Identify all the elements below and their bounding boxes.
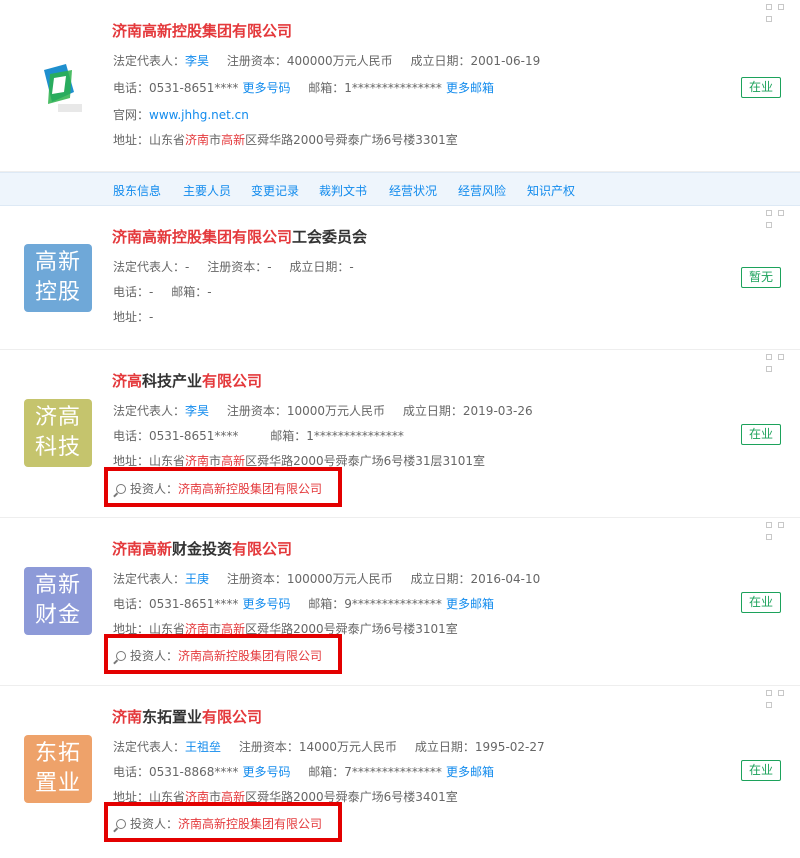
company-tabs: 股东信息 主要人员 变更记录 裁判文书 经营状况 经营风险 知识产权 xyxy=(0,172,800,206)
qr-code-icon[interactable] xyxy=(766,210,786,230)
company-logo[interactable]: 济高 科技 xyxy=(24,399,92,467)
status-badge: 在业 xyxy=(741,592,781,613)
company-name-link[interactable]: 济南高新财金投资有限公司 xyxy=(112,538,292,559)
company-card: 济南高新控股集团有限公司 法定代表人：李昊 注册资本：400000万元人民币 成… xyxy=(0,0,800,172)
website-row: 官网：www.jhhg.net.cn xyxy=(113,108,249,122)
contact-row: 电话：0531-8651**** 更多号码 邮箱：9***************… xyxy=(113,597,494,611)
company-logo[interactable] xyxy=(24,52,92,120)
more-phone-link[interactable]: 更多号码 xyxy=(242,81,290,95)
tab-ip[interactable]: 知识产权 xyxy=(527,182,575,199)
info-row: 法定代表人：王祖垒 注册资本：14000万元人民币 成立日期：1995-02-2… xyxy=(113,740,545,754)
search-icon xyxy=(116,651,126,661)
tab-key-personnel[interactable]: 主要人员 xyxy=(183,182,231,199)
website-link[interactable]: www.jhhg.net.cn xyxy=(149,108,249,122)
qr-code-icon[interactable] xyxy=(766,522,786,542)
more-email-link[interactable]: 更多邮箱 xyxy=(446,597,494,611)
company-logo[interactable]: 东拓 置业 xyxy=(24,735,92,803)
search-icon xyxy=(116,484,126,494)
company-card: 高新 财金 济南高新财金投资有限公司 法定代表人：王庚 注册资本：100000万元… xyxy=(0,518,800,686)
address-row: 地址：- xyxy=(113,310,154,324)
company-name-link[interactable]: 济南高新控股集团有限公司工会委员会 xyxy=(112,226,367,247)
qr-code-icon[interactable] xyxy=(766,690,786,710)
more-email-link[interactable]: 更多邮箱 xyxy=(446,81,494,95)
company-card: 东拓 置业 济南东拓置业有限公司 法定代表人：王祖垒 注册资本：14000万元人民… xyxy=(0,686,800,858)
status-badge: 暂无 xyxy=(741,267,781,288)
logo-text: 高新 控股 xyxy=(34,250,81,305)
qr-code-icon[interactable] xyxy=(766,4,786,24)
info-row: 法定代表人：- 注册资本：- 成立日期：- xyxy=(113,260,354,274)
company-name-link[interactable]: 济南高新控股集团有限公司 xyxy=(112,20,292,41)
status-badge: 在业 xyxy=(741,424,781,445)
logo-text: 济高 科技 xyxy=(34,405,81,460)
company-card: 济高 科技 济高科技产业有限公司 法定代表人：李昊 注册资本：10000万元人民币… xyxy=(0,350,800,518)
tab-judgments[interactable]: 裁判文书 xyxy=(319,182,367,199)
qr-code-icon[interactable] xyxy=(766,354,786,374)
contact-row: 电话：- 邮箱：- xyxy=(113,285,212,299)
company-logo-icon xyxy=(44,64,82,112)
logo-text: 高新 财金 xyxy=(34,573,81,628)
address-row: 地址：山东省济南市高新区舜华路2000号舜泰广场6号楼3301室 xyxy=(113,133,458,147)
more-email-link[interactable]: 更多邮箱 xyxy=(446,765,494,779)
contact-row: 电话：0531-8651**** 邮箱：1*************** xyxy=(113,429,404,443)
company-name-link[interactable]: 济南东拓置业有限公司 xyxy=(112,706,262,727)
search-icon xyxy=(116,819,126,829)
company-card: 高新 控股 济南高新控股集团有限公司工会委员会 法定代表人：- 注册资本：- 成立… xyxy=(0,206,800,350)
info-row: 法定代表人：李昊 注册资本：10000万元人民币 成立日期：2019-03-26 xyxy=(113,404,533,418)
info-row: 法定代表人：李昊 注册资本：400000万元人民币 成立日期：2001-06-1… xyxy=(113,54,541,68)
legal-rep-link[interactable]: 李昊 xyxy=(185,54,209,68)
investor-highlight: 投资人：济南高新控股集团有限公司 xyxy=(104,634,342,674)
investor-link[interactable]: 济南高新控股集团有限公司 xyxy=(178,817,322,831)
investor-link[interactable]: 济南高新控股集团有限公司 xyxy=(178,482,322,496)
contact-row: 电话：0531-8651**** 更多号码 邮箱：1***************… xyxy=(113,81,494,95)
tab-risks[interactable]: 经营风险 xyxy=(458,182,506,199)
info-row: 法定代表人：王庚 注册资本：100000万元人民币 成立日期：2016-04-1… xyxy=(113,572,541,586)
investor-highlight: 投资人：济南高新控股集团有限公司 xyxy=(104,802,342,842)
contact-row: 电话：0531-8868**** 更多号码 邮箱：7***************… xyxy=(113,765,494,779)
logo-text: 东拓 置业 xyxy=(34,741,81,796)
investor-row: 投资人：济南高新控股集团有限公司 xyxy=(116,647,322,664)
legal-rep-link[interactable]: 王祖垒 xyxy=(185,740,221,754)
tab-change-records[interactable]: 变更记录 xyxy=(251,182,299,199)
status-badge: 在业 xyxy=(741,77,781,98)
status-badge: 在业 xyxy=(741,760,781,781)
more-phone-link[interactable]: 更多号码 xyxy=(242,765,290,779)
legal-rep-link[interactable]: 王庚 xyxy=(185,572,209,586)
more-phone-link[interactable]: 更多号码 xyxy=(242,597,290,611)
company-name-link[interactable]: 济高科技产业有限公司 xyxy=(112,370,262,391)
tab-operations[interactable]: 经营状况 xyxy=(389,182,437,199)
company-logo[interactable]: 高新 财金 xyxy=(24,567,92,635)
investor-row: 投资人：济南高新控股集团有限公司 xyxy=(116,815,322,832)
legal-rep-link[interactable]: 李昊 xyxy=(185,404,209,418)
investor-row: 投资人：济南高新控股集团有限公司 xyxy=(116,480,322,497)
company-logo[interactable]: 高新 控股 xyxy=(24,244,92,312)
investor-highlight: 投资人：济南高新控股集团有限公司 xyxy=(104,467,342,507)
tab-shareholders[interactable]: 股东信息 xyxy=(113,182,161,199)
investor-link[interactable]: 济南高新控股集团有限公司 xyxy=(178,649,322,663)
